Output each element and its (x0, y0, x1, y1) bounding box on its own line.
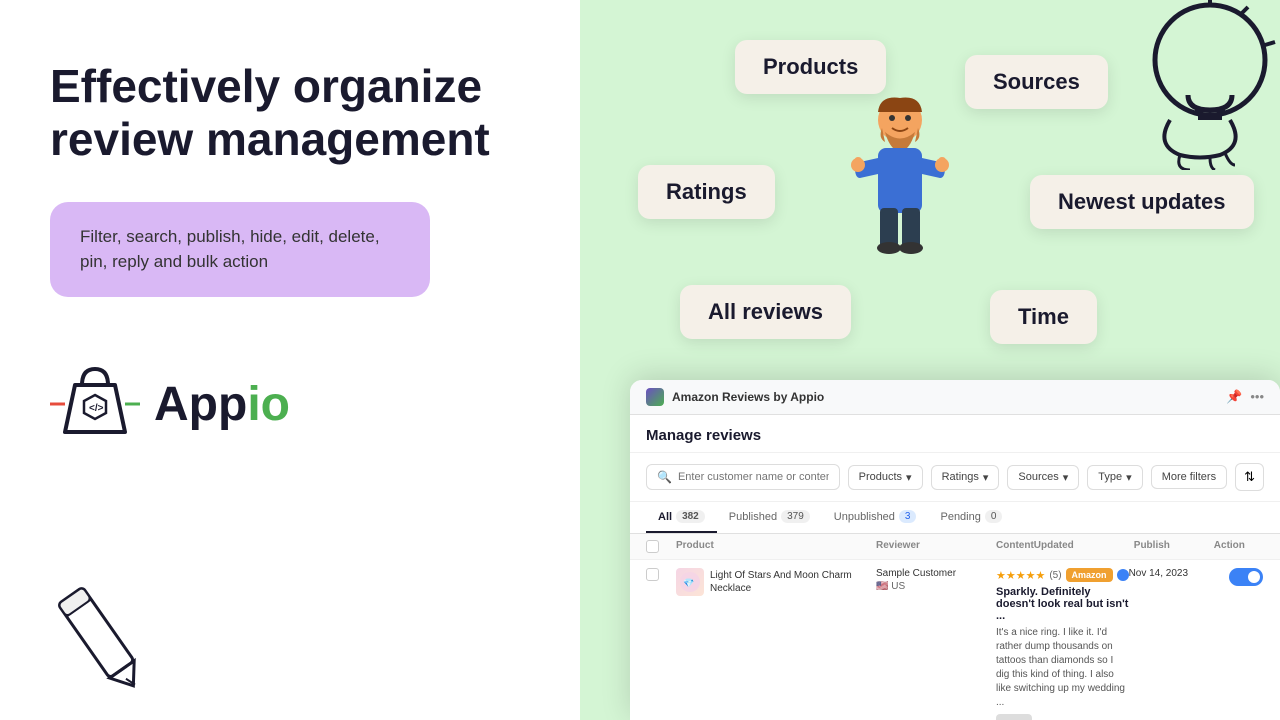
review-title: Sparkly. Definitely doesn't look real bu… (996, 586, 1129, 622)
tab-pending-badge: 0 (985, 510, 1003, 523)
header-checkbox[interactable] (646, 540, 659, 553)
tab-all-badge: 382 (676, 510, 705, 523)
subtitle-box: Filter, search, publish, hide, edit, del… (50, 202, 430, 297)
logo-icon: </> (50, 357, 140, 452)
tab-pending[interactable]: Pending 0 (928, 502, 1014, 533)
amazon-badge: Amazon (1066, 568, 1113, 582)
character-illustration (850, 90, 950, 290)
app-header-right: 📌 ••• (1226, 389, 1264, 405)
app-header-left: Amazon Reviews by Appio (646, 388, 824, 406)
lightbulb-icon (1110, 0, 1280, 170)
search-icon: 🔍 (657, 470, 672, 484)
heading-line2: review management (50, 113, 490, 165)
sources-filter-label: Sources (1018, 471, 1058, 483)
pencil-icon (30, 570, 190, 700)
product-name: Light Of Stars And Moon Charm Necklace (710, 569, 876, 595)
th-reviewer: Reviewer (876, 540, 996, 553)
tab-all-label: All (658, 511, 672, 523)
left-panel: Effectively organize review management F… (0, 0, 580, 720)
tab-unpublished[interactable]: Unpublished 3 (822, 502, 929, 533)
right-panel: Products Sources Ratings Newest updates … (580, 0, 1280, 720)
bubble-allreviews: All reviews (680, 285, 851, 339)
manage-title-text: Manage reviews (646, 427, 761, 444)
ratings-filter-btn[interactable]: Ratings ▾ (931, 465, 1000, 490)
tab-all[interactable]: All 382 (646, 502, 717, 533)
tab-unpublished-label: Unpublished (834, 511, 895, 523)
tab-published[interactable]: Published 379 (717, 502, 822, 533)
products-filter-btn[interactable]: Products ▾ (848, 465, 923, 490)
reviewer-flag: 🇺🇸 US (876, 581, 996, 592)
products-filter-label: Products (859, 471, 902, 483)
stars: ★★★★★ (996, 569, 1045, 582)
chevron-down-icon: ▾ (1063, 471, 1069, 484)
row-product: 💎 Light Of Stars And Moon Charm Necklace (676, 568, 876, 596)
tabs-row: All 382 Published 379 Unpublished 3 Pend… (630, 502, 1280, 534)
chevron-down-icon: ▾ (906, 471, 912, 484)
logo-io: io (247, 378, 290, 431)
th-checkbox (646, 540, 676, 553)
table-header: Product Reviewer Content Updated Publish… (630, 534, 1280, 560)
review-body: It's a nice ring. I like it. I'd rather … (996, 626, 1129, 710)
th-content: Content (996, 540, 1034, 553)
app-header: Amazon Reviews by Appio 📌 ••• (630, 380, 1280, 415)
bubble-products: Products (735, 40, 886, 94)
heading-line1: Effectively organize (50, 60, 482, 112)
app-title: Amazon Reviews by Appio (672, 390, 824, 404)
sort-btn[interactable]: ⇅ (1235, 463, 1264, 491)
app-screenshot: Amazon Reviews by Appio 📌 ••• Manage rev… (630, 380, 1280, 720)
th-product: Product (676, 540, 876, 553)
verified-dot (1117, 569, 1129, 581)
svg-text:</>: </> (89, 403, 104, 414)
row-publish (1229, 568, 1280, 586)
svg-text:💎: 💎 (683, 578, 694, 588)
logo-text: Appio (154, 377, 290, 432)
stars-row: ★★★★★ (5) Amazon (996, 568, 1129, 582)
bubble-sources: Sources (965, 55, 1108, 109)
publish-toggle[interactable] (1229, 568, 1263, 586)
row-content: ★★★★★ (5) Amazon Sparkly. Definitely doe… (996, 568, 1129, 720)
sources-filter-btn[interactable]: Sources ▾ (1007, 465, 1079, 490)
subtitle-text: Filter, search, publish, hide, edit, del… (80, 224, 400, 275)
manage-title: Manage reviews (630, 415, 1280, 453)
app-icon (646, 388, 664, 406)
main-heading: Effectively organize review management (50, 60, 530, 166)
bubble-time: Time (990, 290, 1097, 344)
search-wrap[interactable]: 🔍 (646, 464, 840, 490)
logo-area: </> Appio (50, 357, 530, 452)
type-filter-btn[interactable]: Type ▾ (1087, 465, 1142, 490)
th-updated: Updated (1034, 540, 1134, 553)
tab-published-label: Published (729, 511, 777, 523)
row-reviewer: Sample Customer 🇺🇸 US (876, 568, 996, 592)
tab-unpublished-badge: 3 (899, 510, 917, 523)
th-publish: Publish (1134, 540, 1214, 553)
row-checkbox[interactable] (646, 568, 659, 581)
row-checkbox-cell (646, 568, 676, 581)
review-image (996, 714, 1032, 720)
tab-pending-label: Pending (940, 511, 980, 523)
pin-icon[interactable]: 📌 (1226, 389, 1242, 405)
chevron-down-icon: ▾ (1126, 471, 1132, 484)
review-count: (5) (1049, 570, 1061, 581)
tab-published-badge: 379 (781, 510, 810, 523)
product-thumbnail: 💎 (676, 568, 704, 596)
logo-app: App (154, 378, 247, 431)
ratings-filter-label: Ratings (942, 471, 979, 483)
more-filters-btn[interactable]: More filters (1151, 465, 1227, 489)
reviewer-name: Sample Customer (876, 568, 996, 579)
table-row: 💎 Light Of Stars And Moon Charm Necklace… (630, 560, 1280, 720)
th-action: Action (1214, 540, 1280, 553)
type-filter-label: Type (1098, 471, 1122, 483)
more-icon[interactable]: ••• (1250, 389, 1264, 405)
bubble-ratings: Ratings (638, 165, 775, 219)
search-input[interactable] (678, 471, 829, 483)
bubble-newest: Newest updates (1030, 175, 1254, 229)
filter-bar: 🔍 Products ▾ Ratings ▾ Sources ▾ Type ▾ … (630, 453, 1280, 502)
more-filters-label: More filters (1162, 471, 1216, 483)
row-updated: Nov 14, 2023 (1129, 568, 1229, 579)
chevron-down-icon: ▾ (983, 471, 989, 484)
